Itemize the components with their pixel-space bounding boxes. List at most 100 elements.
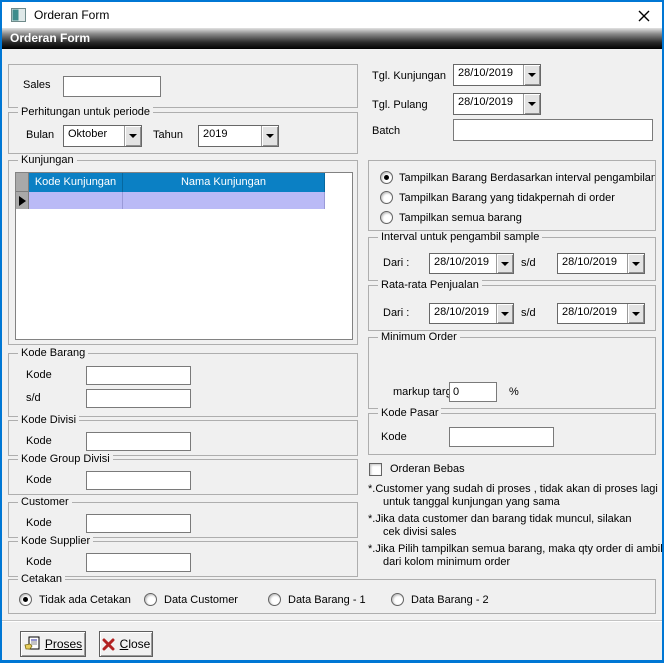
radio-data-barang-1-label[interactable]: Data Barang - 1 [288,594,366,606]
interval-sd-dropdown-button[interactable] [627,254,644,273]
batch-input[interactable] [453,119,653,141]
minimum-order-title: Minimum Order [378,331,460,344]
sales-input[interactable] [63,76,161,97]
close-button[interactable]: Close [99,631,153,657]
radio-tampilkan-interval[interactable] [380,171,393,184]
radio-tampilkan-interval-label[interactable]: Tampilkan Barang Berdasarkan interval pe… [399,172,656,184]
radio-tidak-ada-cetakan[interactable] [19,593,32,606]
radio-data-barang-2-label[interactable]: Data Barang - 2 [411,594,489,606]
rata-rata-title: Rata-rata Penjualan [378,279,482,292]
grid-row[interactable] [16,192,352,209]
rata-sd-dropdown-button[interactable] [627,304,644,323]
customer-kode-input[interactable] [86,514,191,533]
cetakan-group: Cetakan Tidak ada Cetakan Data Customer … [8,579,656,614]
chevron-down-icon [501,262,509,266]
bulan-dropdown-button[interactable] [124,126,141,146]
bulan-value: Oktober [64,126,124,146]
interval-title: Interval untuk pengambil sample [378,231,542,244]
tgl-pulang-dropdown-button[interactable] [523,94,540,114]
row-indicator-icon [16,192,29,209]
kode-divisi-group: Kode Divisi Kode [8,420,358,456]
radio-data-barang-2[interactable] [391,593,404,606]
kode-barang-title: Kode Barang [18,347,88,360]
tgl-pulang-value: 28/10/2019 [454,94,523,114]
orderan-bebas-label[interactable]: Orderan Bebas [390,463,465,475]
kode-barang-sd-input[interactable] [86,389,191,408]
rata-dari-select[interactable]: 28/10/2019 [429,303,514,324]
interval-dari-dropdown-button[interactable] [496,254,513,273]
tahun-label: Tahun [153,129,183,141]
sales-label: Sales [23,79,51,91]
proses-button[interactable]: Proses [20,631,86,657]
proses-button-label: Proses [45,637,82,651]
radio-tampilkan-tidak-pernah[interactable] [380,191,393,204]
grid-cell-kode[interactable] [29,192,123,209]
tgl-kunjungan-value: 28/10/2019 [454,65,523,85]
radio-tampilkan-semua-label[interactable]: Tampilkan semua barang [399,212,522,224]
kode-group-divisi-kode-input[interactable] [86,471,191,490]
interval-group: Interval untuk pengambil sample Dari : 2… [368,237,656,281]
kode-divisi-title: Kode Divisi [18,414,79,427]
chevron-down-icon [266,134,274,138]
kode-group-divisi-kode-label: Kode [26,474,52,486]
chevron-down-icon [632,262,640,266]
close-button-label: Close [120,637,151,651]
rata-sd-value: 28/10/2019 [558,304,627,323]
kode-barang-sd-label: s/d [26,392,41,404]
form-header-bar: Orderan Form [2,28,662,49]
tahun-select[interactable]: 2019 [198,125,279,147]
grid-header-kode-kunjungan[interactable]: Kode Kunjungan [29,173,123,192]
chevron-down-icon [528,102,536,106]
interval-sd-value: 28/10/2019 [558,254,627,273]
kode-divisi-kode-input[interactable] [86,432,191,451]
interval-dari-select[interactable]: 28/10/2019 [429,253,514,274]
rata-dari-label: Dari : [383,307,409,319]
kode-supplier-title: Kode Supplier [18,535,93,548]
periode-title: Perhitungan untuk periode [18,106,153,119]
rata-sd-select[interactable]: 28/10/2019 [557,303,645,324]
radio-tidak-ada-cetakan-label[interactable]: Tidak ada Cetakan [39,594,131,606]
grid-cell-nama[interactable] [123,192,325,209]
bulan-label: Bulan [26,129,54,141]
radio-data-customer-label[interactable]: Data Customer [164,594,238,606]
bulan-select[interactable]: Oktober [63,125,142,147]
radio-tampilkan-tidak-pernah-label[interactable]: Tampilkan Barang yang tidakpernah di ord… [399,192,615,204]
rata-rata-group: Rata-rata Penjualan Dari : 28/10/2019 s/… [368,285,656,331]
radio-data-customer[interactable] [144,593,157,606]
tahun-dropdown-button[interactable] [261,126,278,146]
kode-barang-kode-input[interactable] [86,366,191,385]
tgl-kunjungan-select[interactable]: 28/10/2019 [453,64,541,86]
interval-sd-select[interactable]: 28/10/2019 [557,253,645,274]
close-icon[interactable] [636,8,652,24]
kode-supplier-kode-label: Kode [26,556,52,568]
kode-supplier-kode-input[interactable] [86,553,191,572]
kode-group-divisi-title: Kode Group Divisi [18,453,113,466]
markup-target-input[interactable] [449,382,497,402]
tampilkan-options-group: Tampilkan Barang Berdasarkan interval pe… [368,160,656,231]
customer-group: Customer Kode [8,502,358,538]
rata-dari-value: 28/10/2019 [430,304,496,323]
rata-dari-dropdown-button[interactable] [496,304,513,323]
red-x-icon [102,638,115,651]
interval-dari-label: Dari : [383,257,409,269]
kunjungan-grid[interactable]: Kode Kunjungan Nama Kunjungan [15,172,353,340]
radio-tampilkan-semua[interactable] [380,211,393,224]
percent-label: % [509,386,519,398]
grid-corner-cell [16,173,29,192]
kode-barang-group: Kode Barang Kode s/d [8,353,358,417]
interval-dari-value: 28/10/2019 [430,254,496,273]
radio-data-barang-1[interactable] [268,593,281,606]
orderan-bebas-checkbox[interactable] [369,463,382,476]
interval-sd-label: s/d [521,257,536,269]
customer-kode-label: Kode [26,517,52,529]
grid-header-nama-kunjungan[interactable]: Nama Kunjungan [123,173,325,192]
tgl-kunjungan-dropdown-button[interactable] [523,65,540,85]
footer-divider [2,620,662,622]
sales-group: Sales [8,64,358,108]
app-icon [11,8,26,22]
kode-group-divisi-group: Kode Group Divisi Kode [8,459,358,495]
kode-pasar-kode-input[interactable] [449,427,554,447]
tgl-pulang-select[interactable]: 28/10/2019 [453,93,541,115]
titlebar: Orderan Form [2,2,662,28]
note-line: *.Jika Pilih tampilkan semua barang, mak… [368,543,663,555]
